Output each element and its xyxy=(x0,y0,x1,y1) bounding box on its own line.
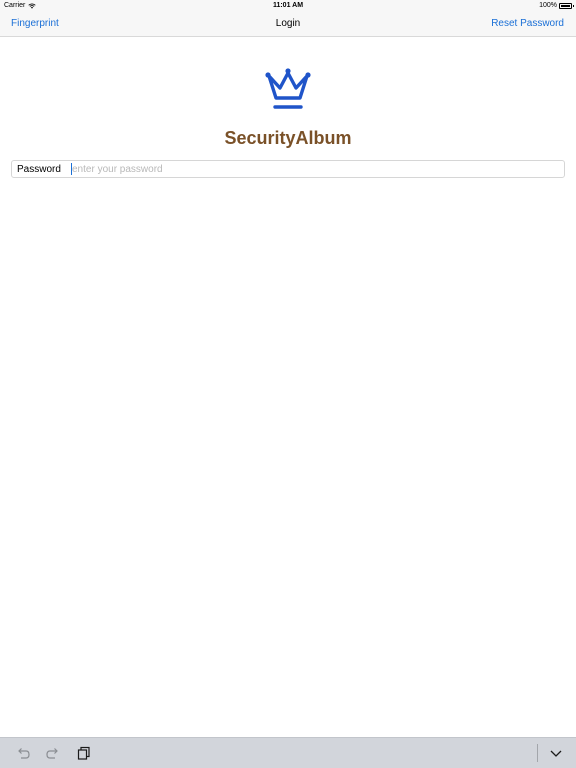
battery-icon xyxy=(559,2,574,9)
reset-password-button[interactable]: Reset Password xyxy=(491,18,564,29)
password-label: Password xyxy=(17,164,61,175)
keyboard-shortcut-bar xyxy=(0,737,576,768)
text-caret xyxy=(71,163,72,175)
status-right: 100% xyxy=(539,2,574,9)
crown-icon xyxy=(263,68,313,112)
app-name: SecurityAlbum xyxy=(224,128,352,148)
status-time: 11:01 AM xyxy=(272,2,304,9)
battery-percent: 100% xyxy=(539,2,557,9)
password-row: Password xyxy=(11,160,565,178)
page-title: Login xyxy=(275,18,301,29)
toolbar-divider xyxy=(537,744,538,762)
clipboard-icon[interactable] xyxy=(76,745,92,761)
password-input[interactable] xyxy=(72,162,562,176)
status-bar: Carrier 11:01 AM 100% xyxy=(0,0,576,12)
navigation-bar: Fingerprint Login Reset Password xyxy=(0,12,576,37)
chevron-down-icon[interactable] xyxy=(548,745,564,761)
undo-icon[interactable] xyxy=(15,745,31,761)
redo-icon[interactable] xyxy=(45,745,61,761)
